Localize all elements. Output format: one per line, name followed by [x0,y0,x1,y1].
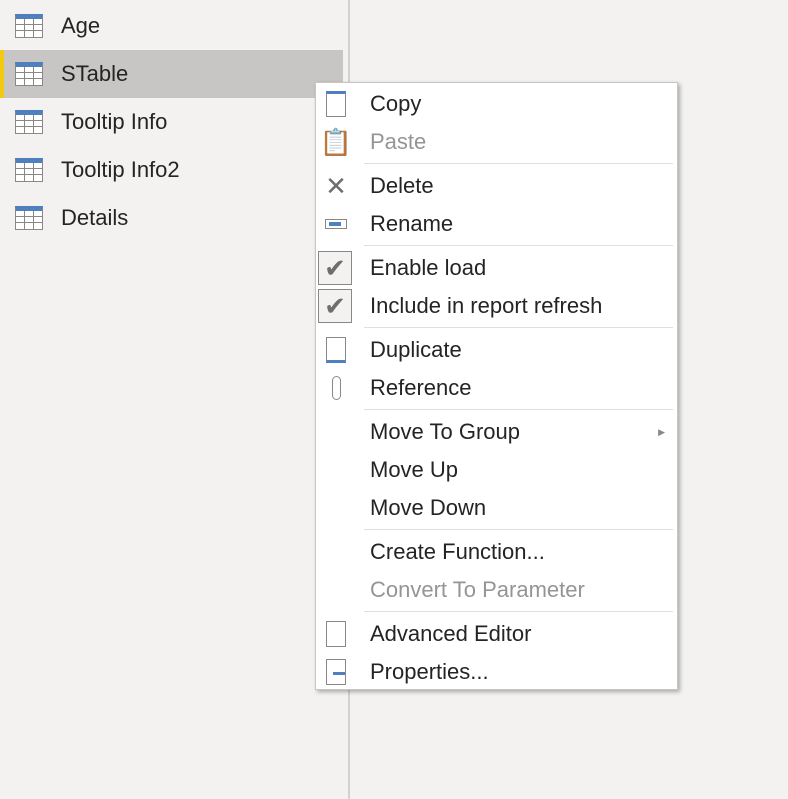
menu-convert-to-parameter[interactable]: Convert To Parameter [316,571,677,609]
menu-move-down[interactable]: Move Down [316,489,677,527]
query-item-tooltip-info[interactable]: Tooltip Info [0,98,343,146]
delete-icon: ✕ [325,170,347,201]
queries-list: Age STable Tooltip Info Tooltip Info2 De… [0,2,343,242]
query-item-details[interactable]: Details [0,194,343,242]
menu-enable-load[interactable]: ✔ Enable load [316,249,677,287]
menu-duplicate[interactable]: Duplicate [316,331,677,369]
checkmark-icon: ✔ [318,251,352,285]
menu-rename[interactable]: Rename [316,205,677,243]
query-label: Age [61,13,101,38]
table-icon [15,14,43,38]
context-menu: Copy 📋 Paste ✕ Delete Rename ✔ Enable load … [315,82,678,690]
query-item-tooltip-info2[interactable]: Tooltip Info2 [0,146,343,194]
table-icon [15,110,43,134]
advanced-editor-icon [320,618,352,650]
menu-paste[interactable]: 📋 Paste [316,123,677,161]
menu-reference[interactable]: Reference [316,369,677,407]
query-item-stable[interactable]: STable [0,50,343,98]
submenu-arrow-icon: ▶ [658,426,665,437]
query-label: Tooltip Info [61,109,168,134]
table-icon [15,62,43,86]
menu-move-up[interactable]: Move Up [316,451,677,489]
menu-copy[interactable]: Copy [316,85,677,123]
menu-properties[interactable]: Properties... [316,653,677,691]
paste-icon: 📋 [319,126,353,157]
table-icon [15,206,43,230]
menu-create-function[interactable]: Create Function... [316,533,677,571]
duplicate-icon [320,334,352,366]
paperclip-icon [320,372,352,404]
properties-icon [320,656,352,688]
copy-icon [320,88,352,120]
query-label: Tooltip Info2 [61,157,180,182]
query-item-age[interactable]: Age [0,2,343,50]
query-label: STable [61,61,129,86]
checkmark-icon: ✔ [318,289,352,323]
menu-move-to-group[interactable]: Move To Group ▶ [316,413,677,451]
query-label: Details [61,205,129,230]
menu-include-in-report-refresh[interactable]: ✔ Include in report refresh [316,287,677,325]
menu-delete[interactable]: ✕ Delete [316,167,677,205]
menu-advanced-editor[interactable]: Advanced Editor [316,615,677,653]
rename-icon [320,208,352,240]
table-icon [15,158,43,182]
